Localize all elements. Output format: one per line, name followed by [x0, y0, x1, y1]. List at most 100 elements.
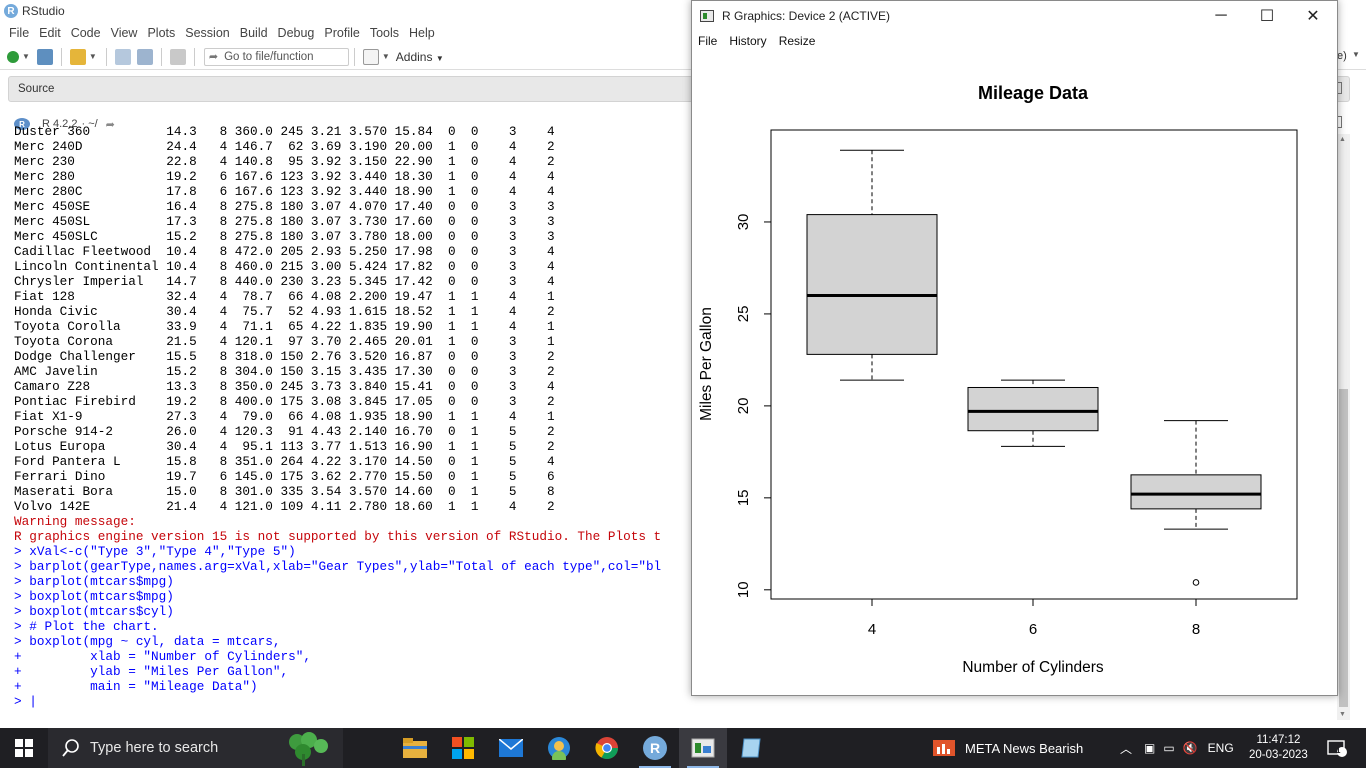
project-dropdown-icon[interactable]: ▼: [1352, 50, 1360, 59]
mail-icon: [499, 739, 523, 757]
input-language[interactable]: ENG: [1208, 741, 1234, 755]
x-tick-label: 6: [1029, 621, 1037, 638]
people-app-button[interactable]: [535, 728, 583, 768]
console-line: > |: [14, 694, 37, 709]
open-file-dropdown-icon[interactable]: ▼: [89, 52, 97, 61]
close-button[interactable]: ✕: [1290, 1, 1336, 31]
iqr-box: [967, 386, 1099, 432]
start-button[interactable]: [0, 728, 48, 768]
y-tick-label: 10: [735, 581, 752, 598]
menu-view[interactable]: View: [106, 26, 143, 40]
save-icon[interactable]: [114, 48, 131, 65]
menu-code[interactable]: Code: [66, 26, 106, 40]
notepad-icon: [741, 738, 761, 758]
r-gui-button[interactable]: R: [631, 728, 679, 768]
chrome-button[interactable]: [583, 728, 631, 768]
r-graphics-taskbar-button[interactable]: [679, 728, 727, 768]
console-line: > barplot(mtcars$mpg): [14, 574, 174, 589]
console-line: Ferrari Dino 19.7 6 145.0 175 3.62 2.770…: [14, 469, 555, 484]
box-8-cyl: [1130, 420, 1262, 586]
search-icon: [62, 739, 79, 757]
iqr-box: [806, 214, 938, 355]
menu-debug[interactable]: Debug: [273, 26, 320, 40]
save-all-icon[interactable]: [136, 48, 153, 65]
console-line: R graphics engine version 15 is not supp…: [14, 529, 662, 544]
notepad-button[interactable]: [727, 728, 775, 768]
console-line: Lotus Europa 30.4 4 95.1 113 3.77 1.513 …: [14, 439, 555, 454]
clock-date: 20-03-2023: [1249, 749, 1308, 761]
menu-edit[interactable]: Edit: [34, 26, 66, 40]
new-project-icon[interactable]: [36, 48, 53, 65]
search-placeholder: Type here to search: [90, 740, 219, 756]
task-view-button[interactable]: [343, 728, 391, 768]
console-line: Dodge Challenger 15.5 8 318.0 150 2.76 3…: [14, 349, 555, 364]
box-series: [806, 149, 1262, 586]
console-scrollbar[interactable]: ▲ ▼: [1337, 134, 1350, 720]
menu-profile[interactable]: Profile: [319, 26, 364, 40]
print-icon[interactable]: [169, 48, 186, 65]
go-to-arrow-icon: ➦: [208, 51, 219, 63]
microsoft-store-button[interactable]: [439, 728, 487, 768]
addins-menu[interactable]: Addins ▼: [396, 50, 444, 64]
y-tick-label: 30: [735, 214, 752, 231]
console-line: Merc 280 19.2 6 167.6 123 3.92 3.440 18.…: [14, 169, 555, 184]
maximize-button[interactable]: ☐: [1244, 1, 1290, 31]
console-line: Toyota Corona 21.5 4 120.1 97 3.70 2.465…: [14, 334, 555, 349]
open-file-icon[interactable]: [69, 48, 86, 65]
console-line: > boxplot(mtcars$mpg): [14, 589, 174, 604]
pane-layout-icon[interactable]: [362, 48, 379, 65]
shamrock-decoration-icon: [289, 732, 328, 766]
menu-help[interactable]: Help: [404, 26, 440, 40]
menu-plots[interactable]: Plots: [142, 26, 180, 40]
system-tray: ︿ ▣ ▭ 🔇 ENG: [1112, 728, 1234, 768]
project-menu-fragment[interactable]: e): [1337, 50, 1347, 62]
minimize-button[interactable]: ─: [1198, 1, 1244, 31]
news-widget[interactable]: META News Bearish: [933, 728, 1083, 768]
graphics-title-bar[interactable]: R Graphics: Device 2 (ACTIVE) ─ ☐ ✕: [692, 1, 1337, 31]
console-line: Cadillac Fleetwood 10.4 8 472.0 205 2.93…: [14, 244, 555, 259]
toolbar-separator: [60, 47, 62, 66]
console-line: Merc 450SLC 15.2 8 275.8 180 3.07 3.780 …: [14, 229, 555, 244]
menu-build[interactable]: Build: [235, 26, 273, 40]
network-icon[interactable]: ▭: [1163, 741, 1174, 755]
console-line: Duster 360 14.3 8 360.0 245 3.21 3.570 1…: [14, 124, 555, 139]
svg-text:R: R: [650, 740, 660, 756]
windows-logo-icon: [15, 739, 33, 757]
new-file-icon[interactable]: [7, 50, 19, 63]
mail-button[interactable]: [487, 728, 535, 768]
go-to-file-input[interactable]: ➦ Go to file/function: [203, 47, 349, 66]
menu-bar: File Edit Code View Plots Session Build Debug Pr…: [0, 22, 700, 44]
graphics-menu-file[interactable]: File: [698, 34, 717, 48]
scroll-up-icon[interactable]: ▲: [1339, 136, 1346, 143]
taskbar-search-box[interactable]: Type here to search: [48, 728, 343, 768]
chrome-icon: [595, 737, 618, 759]
graphics-menu-resize[interactable]: Resize: [779, 34, 816, 48]
notification-center-button[interactable]: 1: [1322, 728, 1352, 768]
toolbar-separator: [105, 47, 107, 66]
console-scrollbar-thumb[interactable]: [1339, 389, 1348, 707]
menu-file[interactable]: File: [4, 26, 34, 40]
console-line: Honda Civic 30.4 4 75.7 52 4.93 1.615 18…: [14, 304, 555, 319]
menu-session[interactable]: Session: [180, 26, 234, 40]
menu-tools[interactable]: Tools: [365, 26, 404, 40]
console-line: Merc 240D 24.4 4 146.7 62 3.69 3.190 20.…: [14, 139, 555, 154]
console-line: Merc 450SE 16.4 8 275.8 180 3.07 4.070 1…: [14, 199, 555, 214]
meet-now-icon[interactable]: ▣: [1144, 741, 1155, 755]
toolbar-separator: [193, 47, 195, 66]
people-icon: [548, 737, 570, 760]
scroll-down-icon[interactable]: ▼: [1339, 711, 1346, 718]
new-file-dropdown-icon[interactable]: ▼: [22, 52, 30, 61]
volume-muted-icon[interactable]: 🔇: [1183, 741, 1198, 755]
r-graphics-window[interactable]: R Graphics: Device 2 (ACTIVE) ─ ☐ ✕ File…: [691, 0, 1338, 696]
file-explorer-button[interactable]: [391, 728, 439, 768]
console-output[interactable]: Duster 360 14.3 8 360.0 245 3.21 3.570 1…: [8, 124, 692, 720]
y-axis-label: Miles Per Gallon: [698, 307, 715, 421]
console-line: > boxplot(mpg ~ cyl, data = mtcars,: [14, 634, 281, 649]
boxplot-chart: Mileage Data 10 15 20 25 30 4 6 8 Number of Cy…: [698, 83, 1298, 676]
clock[interactable]: 11:47:12 20-03-2023: [1249, 728, 1308, 768]
graphics-menu-history[interactable]: History: [729, 34, 766, 48]
show-hidden-icons-icon[interactable]: ︿: [1120, 740, 1132, 757]
console-line: + main = "Mileage Data"): [14, 679, 258, 694]
pane-layout-dropdown-icon[interactable]: ▼: [382, 52, 390, 61]
r-app-icon: R: [643, 736, 667, 760]
